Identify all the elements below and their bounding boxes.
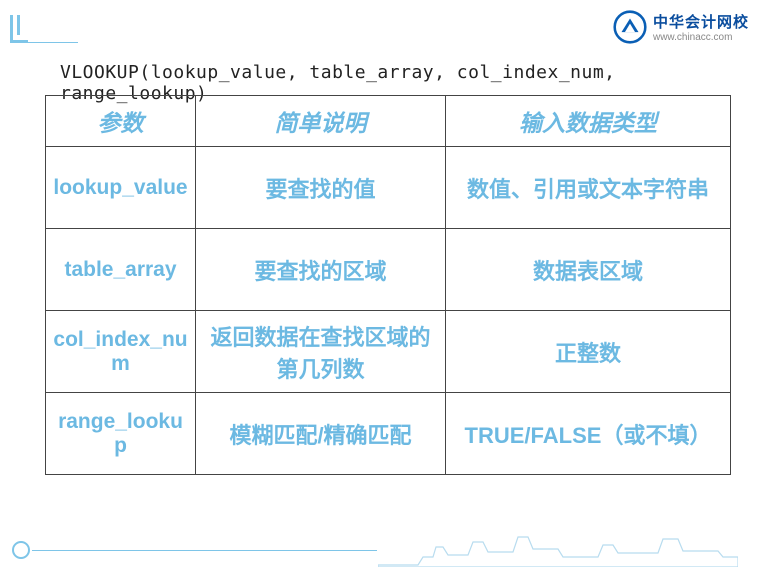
cell-param: table_array bbox=[46, 229, 196, 311]
header-desc: 简单说明 bbox=[196, 96, 446, 147]
cell-desc: 要查找的区域 bbox=[196, 229, 446, 311]
decorative-bottom-line bbox=[32, 550, 377, 551]
table-header-row: 参数 简单说明 输入数据类型 bbox=[46, 96, 731, 147]
logo-url: www.chinacc.com bbox=[653, 32, 749, 43]
cell-type: 正整数 bbox=[446, 311, 731, 393]
cell-type: TRUE/FALSE（或不填） bbox=[446, 393, 731, 475]
header-type: 输入数据类型 bbox=[446, 96, 731, 147]
decorative-top-line bbox=[28, 42, 78, 43]
cell-type: 数值、引用或文本字符串 bbox=[446, 147, 731, 229]
cell-param: col_index_num bbox=[46, 311, 196, 393]
table-row: col_index_num 返回数据在查找区域的第几列数 正整数 bbox=[46, 311, 731, 393]
header-param: 参数 bbox=[46, 96, 196, 147]
table-row: lookup_value 要查找的值 数值、引用或文本字符串 bbox=[46, 147, 731, 229]
cell-param: range_lookup bbox=[46, 393, 196, 475]
table-row: range_lookup 模糊匹配/精确匹配 TRUE/FALSE（或不填） bbox=[46, 393, 731, 475]
table-row: table_array 要查找的区域 数据表区域 bbox=[46, 229, 731, 311]
cell-desc: 返回数据在查找区域的第几列数 bbox=[196, 311, 446, 393]
cell-desc: 要查找的值 bbox=[196, 147, 446, 229]
decorative-corner bbox=[10, 15, 28, 43]
cell-desc: 模糊匹配/精确匹配 bbox=[196, 393, 446, 475]
logo-icon bbox=[613, 10, 647, 44]
cell-param: lookup_value bbox=[46, 147, 196, 229]
logo-title: 中华会计网校 bbox=[653, 11, 749, 32]
decorative-circle bbox=[12, 541, 30, 559]
brand-logo: 中华会计网校 www.chinacc.com bbox=[613, 10, 749, 44]
cell-type: 数据表区域 bbox=[446, 229, 731, 311]
params-table: 参数 简单说明 输入数据类型 lookup_value 要查找的值 数值、引用或… bbox=[45, 95, 731, 475]
skyline-icon bbox=[378, 527, 738, 567]
